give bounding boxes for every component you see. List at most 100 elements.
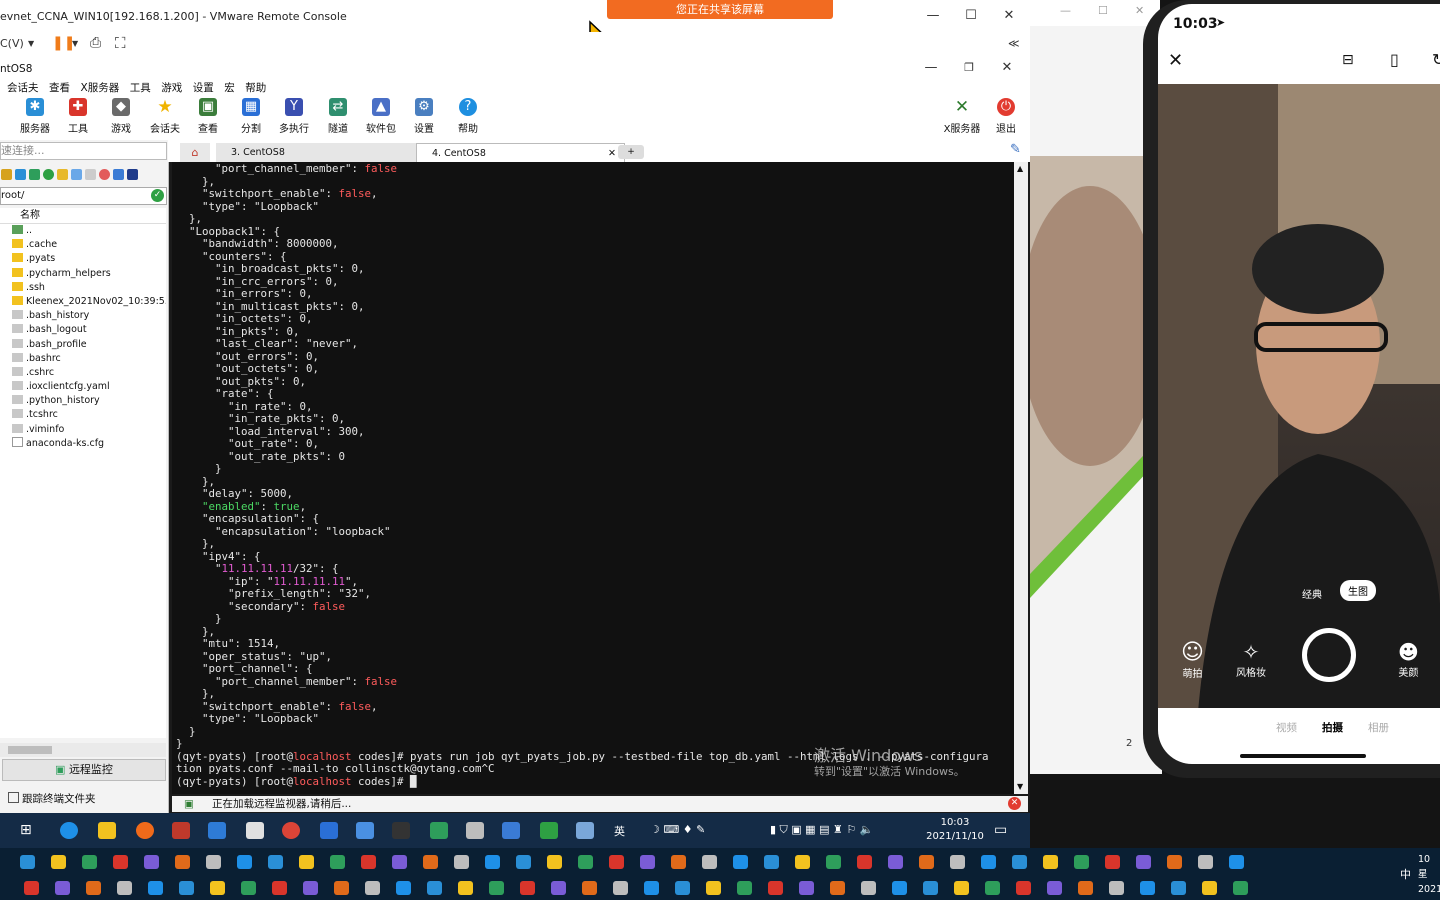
close-icon[interactable]: ✕ <box>1168 50 1183 71</box>
cute-shot-button[interactable]: ☺ 萌拍 <box>1181 640 1204 680</box>
host-app-icon[interactable] <box>303 881 318 895</box>
host-app-icon[interactable] <box>830 881 845 895</box>
host-app-icon[interactable] <box>489 881 504 895</box>
host-app-icon[interactable] <box>237 855 252 869</box>
host-app-icon[interactable] <box>609 855 624 869</box>
host-app-icon[interactable] <box>702 855 717 869</box>
host-app-icon[interactable] <box>1078 881 1093 895</box>
menu-item-help[interactable]: 帮助 <box>245 80 266 95</box>
download-icon[interactable] <box>15 169 26 180</box>
host-app-icon[interactable] <box>737 881 752 895</box>
close-icon[interactable]: ✕ <box>1135 4 1144 17</box>
toolbar-split-button[interactable]: ▦ 分割 <box>231 98 271 135</box>
send-keys-icon[interactable]: ⎙ <box>90 35 101 51</box>
host-app-icon[interactable] <box>919 855 934 869</box>
host-app-icon[interactable] <box>365 881 380 895</box>
toolbar-tools-button[interactable]: ✚ 工具 <box>58 98 98 135</box>
file-list-header[interactable]: 名称 <box>0 208 166 224</box>
list-item[interactable]: .pycharm_helpers <box>0 267 166 281</box>
host-app-icon[interactable] <box>1198 855 1213 869</box>
host-app-icon[interactable] <box>272 881 287 895</box>
host-app-icon[interactable] <box>671 855 686 869</box>
host-app-icon[interactable] <box>82 855 97 869</box>
host-app-icon[interactable] <box>1233 881 1248 895</box>
toolbar-multiexec-button[interactable]: Y 多执行 <box>274 98 314 135</box>
remote-clock[interactable]: 10:03 2021/11/10 <box>924 816 986 844</box>
menu-item-xserver[interactable]: X服务器 <box>81 80 120 95</box>
host-app-icon[interactable] <box>427 881 442 895</box>
host-app-icon[interactable] <box>547 855 562 869</box>
toolbar-servers-button[interactable]: ✱ 服务器 <box>15 98 55 135</box>
host-app-icon[interactable] <box>768 881 783 895</box>
new-file-icon[interactable] <box>71 169 82 180</box>
follow-terminal-checkbox[interactable]: 跟踪终端文件夹 <box>8 791 96 806</box>
chrome-icon[interactable] <box>282 822 300 839</box>
host-app-icon[interactable] <box>361 855 376 869</box>
host-app-icon[interactable] <box>1012 855 1027 869</box>
close-button[interactable]: ✕ <box>998 6 1020 26</box>
host-app-icon[interactable] <box>1140 881 1155 895</box>
fullscreen-icon[interactable]: ⛶ <box>115 34 126 52</box>
menu-item-sessions[interactable]: 会话夫 <box>7 80 39 95</box>
flip-camera-icon[interactable]: ↻ <box>1432 50 1440 69</box>
menu-item-settings[interactable]: 设置 <box>193 80 214 95</box>
shutter-button[interactable] <box>1302 628 1356 682</box>
toolbar-tunnel-button[interactable]: ⇄ 隧道 <box>318 98 358 135</box>
style-makeup-button[interactable]: ✧ 风格妆 <box>1236 640 1266 679</box>
host-app-icon[interactable] <box>950 855 965 869</box>
quick-connect-input[interactable]: 速连接... <box>0 142 167 160</box>
menu-item-tools[interactable]: 工具 <box>130 80 151 95</box>
search-icon[interactable] <box>356 822 374 839</box>
host-app-icon[interactable] <box>241 881 256 895</box>
menu-item-games[interactable]: 游戏 <box>161 80 182 95</box>
host-app-icon[interactable] <box>86 881 101 895</box>
host-app-icon[interactable] <box>733 855 748 869</box>
host-app-icon[interactable] <box>799 881 814 895</box>
host-app-icon[interactable] <box>1105 855 1120 869</box>
list-item[interactable]: .ioxclientcfg.yaml <box>0 380 166 394</box>
aspect-ratio-icon[interactable]: ⊟ <box>1342 52 1354 68</box>
host-app-icon[interactable] <box>423 855 438 869</box>
host-app-icon[interactable] <box>392 855 407 869</box>
toolbar-settings-button[interactable]: ⚙ 设置 <box>404 98 444 135</box>
new-folder-icon[interactable] <box>57 169 68 180</box>
host-app-icon[interactable] <box>1229 855 1244 869</box>
host-app-icon[interactable] <box>458 881 473 895</box>
host-app-icon[interactable] <box>396 881 411 895</box>
task-view-icon[interactable]: ⊞ <box>20 822 38 839</box>
list-item[interactable]: .viminfo <box>0 423 166 437</box>
menu-item-macros[interactable]: 宏 <box>224 80 235 95</box>
host-app-icon[interactable] <box>144 855 159 869</box>
scroll-down-icon[interactable]: ▼ <box>1017 782 1023 791</box>
app-icon[interactable] <box>576 822 594 839</box>
host-clock[interactable]: 10 星 2021 <box>1418 852 1440 897</box>
host-app-icon[interactable] <box>857 855 872 869</box>
toolbar-packages-button[interactable]: ▲ 软件包 <box>361 98 401 135</box>
upload-icon[interactable] <box>29 169 40 180</box>
host-app-icon[interactable] <box>1167 855 1182 869</box>
app-icon[interactable] <box>430 822 448 839</box>
host-app-icon[interactable] <box>551 881 566 895</box>
host-app-icon[interactable] <box>1016 881 1031 895</box>
host-app-icon[interactable] <box>861 881 876 895</box>
host-app-icon[interactable] <box>117 881 132 895</box>
list-item[interactable]: Kleenex_2021Nov02_10:39:5... <box>0 295 166 309</box>
list-item[interactable]: .cache <box>0 238 166 252</box>
explorer-icon[interactable] <box>98 822 116 839</box>
host-app-icon[interactable] <box>675 881 690 895</box>
ime-indicator[interactable]: 英 <box>614 823 625 839</box>
host-app-icon[interactable] <box>1047 881 1062 895</box>
toolbar-games-button[interactable]: ◆ 游戏 <box>101 98 141 135</box>
follow-check-icon[interactable]: ✓ <box>151 189 164 202</box>
host-app-icon[interactable] <box>1136 855 1151 869</box>
host-app-icon[interactable] <box>1202 881 1217 895</box>
host-app-icon[interactable] <box>268 855 283 869</box>
moba-app-icon[interactable] <box>502 822 520 839</box>
list-item[interactable]: .ssh <box>0 281 166 295</box>
app-icon[interactable] <box>172 822 190 839</box>
host-app-icon[interactable] <box>613 881 628 895</box>
close-status-icon[interactable]: ✕ <box>1008 797 1021 810</box>
host-app-icon[interactable] <box>330 855 345 869</box>
host-app-icon[interactable] <box>334 881 349 895</box>
scrollbar-thumb[interactable] <box>8 746 52 754</box>
